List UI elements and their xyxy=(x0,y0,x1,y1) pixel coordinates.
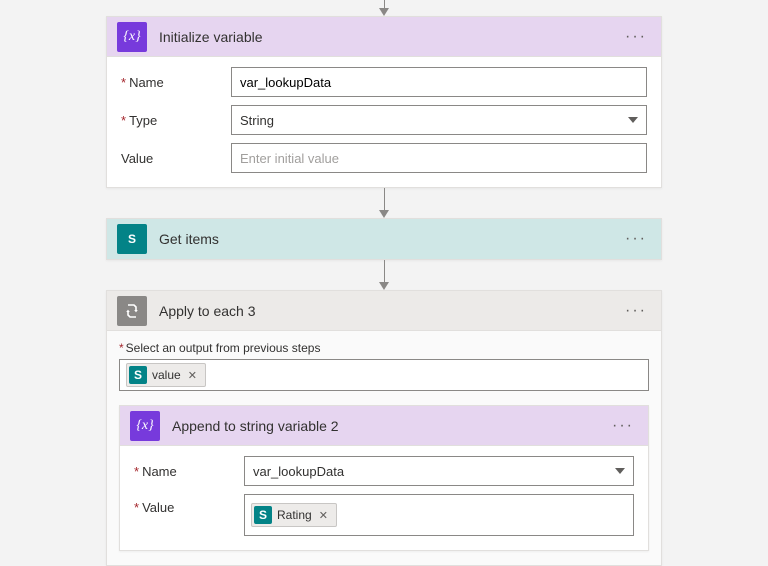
append-string-header[interactable]: {x} Append to string variable 2 ··· xyxy=(120,406,648,446)
append-name-select[interactable]: var_lookupData xyxy=(244,456,634,486)
connector-arrow xyxy=(379,188,389,218)
initialize-variable-header[interactable]: {x} Initialize variable ··· xyxy=(107,17,661,57)
variable-icon: {x} xyxy=(130,411,160,441)
value-label: Value xyxy=(121,151,231,166)
get-items-title: Get items xyxy=(159,231,621,247)
token-remove-button[interactable]: ✕ xyxy=(317,509,330,522)
sharepoint-icon: S xyxy=(117,224,147,254)
connector-arrow xyxy=(379,260,389,290)
name-label: Name xyxy=(121,75,231,90)
token-label: value xyxy=(152,368,181,382)
sharepoint-icon: S xyxy=(129,366,147,384)
type-label: Type xyxy=(121,113,231,128)
connector-arrow xyxy=(379,0,389,16)
name-input[interactable] xyxy=(231,67,647,97)
apply-to-each-title: Apply to each 3 xyxy=(159,303,621,319)
append-name-value: var_lookupData xyxy=(253,464,344,479)
apply-to-each-header[interactable]: Apply to each 3 ··· xyxy=(107,291,661,331)
rating-token[interactable]: S Rating ✕ xyxy=(251,503,337,527)
apply-to-each-card: Apply to each 3 ··· Select an output fro… xyxy=(106,290,662,566)
value-token[interactable]: S value ✕ xyxy=(126,363,206,387)
append-string-title: Append to string variable 2 xyxy=(172,418,608,434)
loop-icon xyxy=(117,296,147,326)
chevron-down-icon xyxy=(615,468,625,474)
append-value-field[interactable]: S Rating ✕ xyxy=(244,494,634,536)
token-label: Rating xyxy=(277,508,312,522)
append-string-card: {x} Append to string variable 2 ··· Name… xyxy=(119,405,649,551)
append-name-label: Name xyxy=(134,464,244,479)
initialize-variable-card: {x} Initialize variable ··· Name Type St… xyxy=(106,16,662,188)
select-output-field[interactable]: S value ✕ xyxy=(119,359,649,391)
more-menu-button[interactable]: ··· xyxy=(621,300,651,322)
type-value: String xyxy=(240,113,274,128)
chevron-down-icon xyxy=(628,117,638,123)
get-items-card: S Get items ··· xyxy=(106,218,662,260)
variable-icon: {x} xyxy=(117,22,147,52)
value-input[interactable] xyxy=(231,143,647,173)
initialize-variable-title: Initialize variable xyxy=(159,29,621,45)
get-items-header[interactable]: S Get items ··· xyxy=(107,219,661,259)
select-output-label: Select an output from previous steps xyxy=(119,341,649,355)
more-menu-button[interactable]: ··· xyxy=(621,26,651,48)
type-select[interactable]: String xyxy=(231,105,647,135)
sharepoint-icon: S xyxy=(254,506,272,524)
more-menu-button[interactable]: ··· xyxy=(621,228,651,250)
token-remove-button[interactable]: ✕ xyxy=(186,369,199,382)
append-value-label: Value xyxy=(134,494,244,515)
more-menu-button[interactable]: ··· xyxy=(608,415,638,437)
